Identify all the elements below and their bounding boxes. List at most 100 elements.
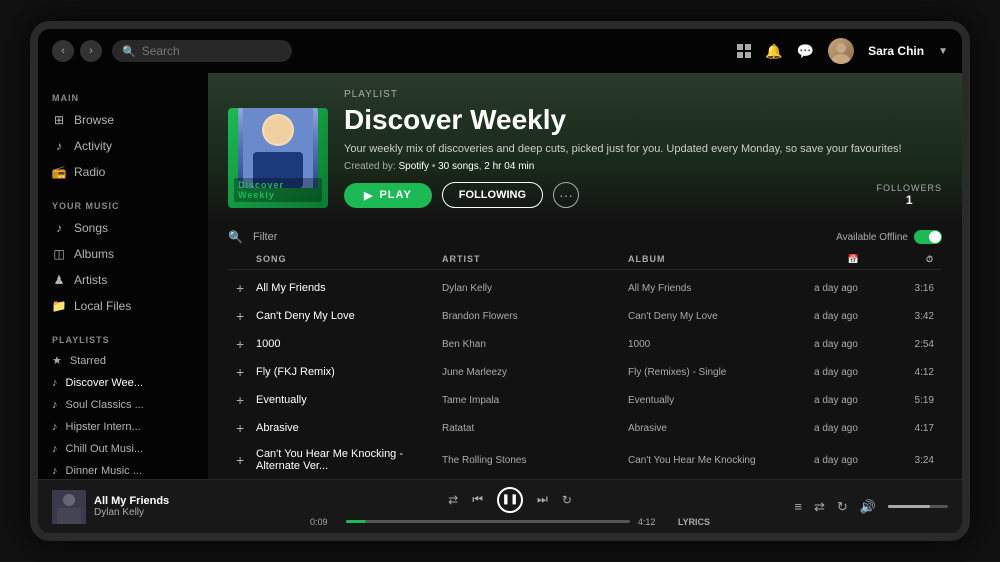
track-artist: Tame Impala [442,395,628,406]
sidebar-item-hipster[interactable]: ♪ Hipster Intern... [38,416,208,438]
sidebar-item-local-files[interactable]: 📁 Local Files [38,293,208,319]
shuffle-button[interactable]: ⇄ [448,493,458,507]
sidebar-item-songs[interactable]: ♪ Songs [38,215,208,241]
now-playing-bar: All My Friends Dylan Kelly ⇄ ⏮ ❚❚ ⏭ ↻ 0:… [38,479,962,533]
search-input[interactable] [142,44,282,58]
top-bar: ‹ › 🔍 🔔 💬 Sara Chin [38,29,962,73]
avatar [828,38,854,64]
track-rows-container: + All My Friends Dylan Kelly All My Frie… [228,274,942,479]
table-header: SONG ARTIST ALBUM 📅 ⏱ [228,250,942,270]
col-album: ALBUM [628,254,814,265]
browse-icon: ⊞ [52,113,66,127]
prev-button[interactable]: ⏮ [472,492,483,507]
add-track-icon[interactable]: + [236,336,256,352]
local-files-icon: 📁 [52,299,66,313]
sidebar-item-dinner-music[interactable]: ♪ Dinner Music ... [38,460,208,479]
search-bar[interactable]: 🔍 [112,40,292,62]
bell-icon[interactable]: 🔔 [765,43,782,60]
progress-row: 0:09 4:12 LYRICS [310,517,710,527]
track-name-cell: All My Friends [256,282,442,294]
track-time-ago: a day ago [814,455,894,466]
radio-icon: 📻 [52,165,66,179]
forward-button[interactable]: › [80,40,102,62]
sidebar-item-albums[interactable]: ◫ Albums [38,241,208,267]
following-button[interactable]: FOLLOWING [442,182,543,208]
track-name-cell: Abrasive [256,422,442,434]
sidebar-item-discover-weekly[interactable]: ♪ Discover Wee... [38,372,208,394]
albums-label: Albums [74,247,114,261]
add-track-icon[interactable]: + [236,392,256,408]
track-duration: 3:16 [894,283,934,294]
progress-bar[interactable] [346,520,630,523]
local-files-label: Local Files [74,299,131,313]
track-album: Can't You Hear Me Knocking [628,455,814,466]
np-controls: ⇄ ⏮ ❚❚ ⏭ ↻ 0:09 4:12 LYRICS [232,487,788,527]
add-track-icon[interactable]: + [236,280,256,296]
playlist-info: Created by: Spotify • 30 songs, 2 hr 04 … [344,161,942,172]
volume-bar[interactable] [888,505,948,508]
track-time-ago: a day ago [814,367,894,378]
volume-icon[interactable]: 🔊 [860,499,876,515]
track-album: Abrasive [628,423,814,434]
add-track-icon[interactable]: + [236,364,256,380]
track-name-cell: Fly (FKJ Remix) [256,366,442,378]
np-info: All My Friends Dylan Kelly [94,495,169,518]
list-icon[interactable]: ≡ [794,499,802,514]
sidebar-item-soul-classics[interactable]: ♪ Soul Classics ... [38,394,208,416]
toggle-knob [929,231,941,243]
your-music-label: YOUR MUSIC [38,193,208,215]
repeat-extra-icon[interactable]: ↻ [837,499,848,515]
following-label: FOLLOWING [459,189,526,201]
back-button[interactable]: ‹ [52,40,74,62]
track-artist: June Marleezy [442,367,628,378]
playlist-meta: PLAYLIST Discover Weekly Your weekly mix… [344,89,942,208]
soul-classics-label: Soul Classics ... [66,399,144,411]
songs-icon: ♪ [52,221,66,235]
table-row[interactable]: + Eventually Tame Impala Eventually a da… [228,386,942,414]
table-row[interactable]: + Abrasive Ratatat Abrasive a day ago 4:… [228,414,942,442]
chevron-down-icon[interactable]: ▼ [938,46,948,57]
browse-label: Browse [74,113,114,127]
add-track-icon[interactable]: + [236,420,256,436]
track-artist: Ratatat [442,423,628,434]
sidebar-item-radio[interactable]: 📻 Radio [38,159,208,185]
sidebar-item-chill-out[interactable]: ♪ Chill Out Musi... [38,438,208,460]
lyrics-button[interactable]: LYRICS [678,517,710,527]
albums-icon: ◫ [52,247,66,261]
track-duration: 5:19 [894,395,934,406]
nav-buttons: ‹ › [52,40,102,62]
hipster-label: Hipster Intern... [66,421,141,433]
col-added: 📅 [814,254,894,265]
grid-icon[interactable] [737,44,751,58]
playlist-art-label: Discover Weekly [234,178,322,202]
play-button[interactable]: ▶ PLAY [344,183,432,208]
table-row[interactable]: + Can't Deny My Love Brandon Flowers Can… [228,302,942,330]
table-row[interactable]: + Fly (FKJ Remix) June Marleezy Fly (Rem… [228,358,942,386]
col-artist: ARTIST [442,254,628,265]
sidebar-item-artists[interactable]: ♟ Artists [38,267,208,293]
sidebar-item-browse[interactable]: ⊞ Browse [38,107,208,133]
shuffle-extra-icon[interactable]: ⇄ [814,499,825,515]
pause-button[interactable]: ❚❚ [497,487,523,513]
add-track-icon[interactable]: + [236,308,256,324]
table-row[interactable]: + All My Friends Dylan Kelly All My Frie… [228,274,942,302]
track-album: 1000 [628,339,814,350]
filter-search-icon: 🔍 [228,230,243,244]
next-button[interactable]: ⏭ [537,492,548,507]
add-track-icon[interactable]: + [236,452,256,468]
offline-toggle-switch[interactable] [914,230,942,244]
artists-icon: ♟ [52,273,66,287]
table-row[interactable]: + Can't You Hear Me Knocking - Alternate… [228,442,942,478]
sidebar-item-starred[interactable]: ★ Starred [38,349,208,372]
more-options-button[interactable]: ··· [553,182,579,208]
table-row[interactable]: + 1000 Ben Khan 1000 a day ago 2:54 [228,330,942,358]
track-artist: Brandon Flowers [442,311,628,322]
message-icon[interactable]: 💬 [797,43,814,60]
filter-label: Filter [253,231,277,243]
note-icon-4: ♪ [52,465,58,477]
playlist-actions: ▶ PLAY FOLLOWING ··· FOLLOWERS 1 [344,182,942,208]
play-label: PLAY [379,189,411,201]
repeat-button[interactable]: ↻ [562,493,572,507]
track-time-ago: a day ago [814,339,894,350]
sidebar-item-activity[interactable]: ♪ Activity [38,133,208,159]
